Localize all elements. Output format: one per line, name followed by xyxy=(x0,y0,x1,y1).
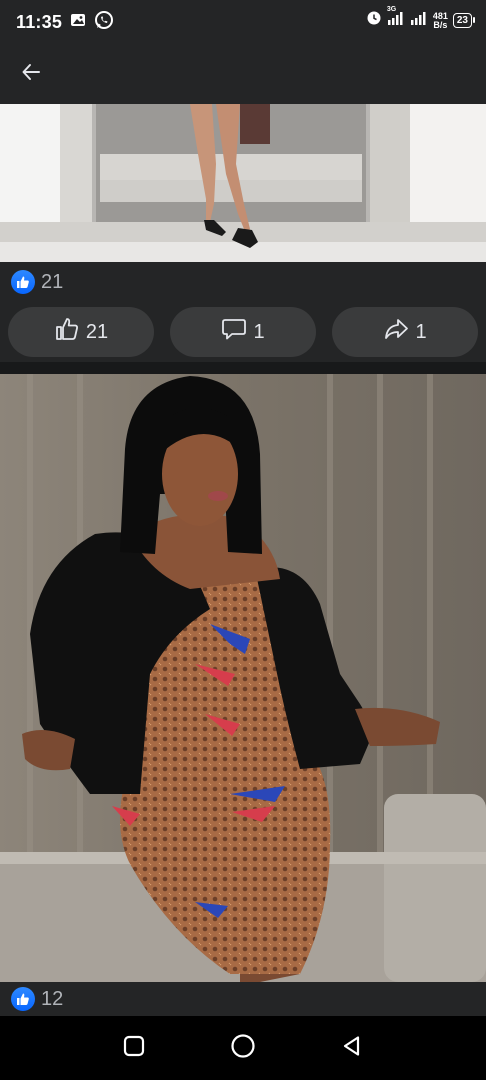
post-photo[interactable] xyxy=(0,374,486,982)
thumbs-up-icon xyxy=(54,316,80,348)
battery-indicator: 23 xyxy=(452,13,476,28)
reaction-summary[interactable]: 21 xyxy=(0,262,486,302)
post-photo[interactable] xyxy=(0,104,486,262)
signal-icon xyxy=(410,10,428,31)
net-speed-unit: B/s xyxy=(433,19,448,30)
network-type-label: 3G xyxy=(386,6,397,13)
signal-icon: 3G xyxy=(387,6,405,31)
home-button[interactable] xyxy=(223,1028,263,1068)
comment-count: 1 xyxy=(253,320,265,343)
reaction-count: 12 xyxy=(41,987,64,1010)
share-button[interactable]: 1 xyxy=(332,307,478,357)
reaction-count: 21 xyxy=(41,270,64,293)
image-icon xyxy=(70,12,86,33)
clock: 11:35 xyxy=(16,11,63,32)
recents-button[interactable] xyxy=(114,1028,154,1068)
share-icon xyxy=(383,316,409,348)
arrow-left-icon xyxy=(20,61,42,88)
alarm-icon xyxy=(366,10,382,31)
comment-icon xyxy=(221,316,247,348)
status-bar: 11:35 3G 481 B/s 23 xyxy=(0,0,486,44)
comment-button[interactable]: 1 xyxy=(170,307,316,357)
share-count: 1 xyxy=(415,320,427,343)
app-header xyxy=(0,44,486,104)
back-icon xyxy=(341,1035,363,1062)
recents-icon xyxy=(123,1035,145,1062)
reaction-summary[interactable]: 12 xyxy=(0,982,486,1016)
photo-woman-dress xyxy=(0,374,486,982)
photo-legs-elevator xyxy=(0,104,486,262)
like-count: 21 xyxy=(85,320,109,343)
like-reaction-icon xyxy=(11,987,35,1011)
like-reaction-icon xyxy=(11,270,35,294)
system-nav-bar xyxy=(0,1016,486,1080)
post-divider xyxy=(0,362,486,374)
like-button[interactable]: 21 xyxy=(8,307,154,357)
post-actions: 21 1 1 xyxy=(0,302,486,362)
whatsapp-icon xyxy=(94,10,114,35)
net-speed: 481 B/s xyxy=(433,11,448,30)
back-button[interactable] xyxy=(16,59,46,89)
system-back-button[interactable] xyxy=(332,1028,372,1068)
home-icon xyxy=(230,1033,256,1064)
